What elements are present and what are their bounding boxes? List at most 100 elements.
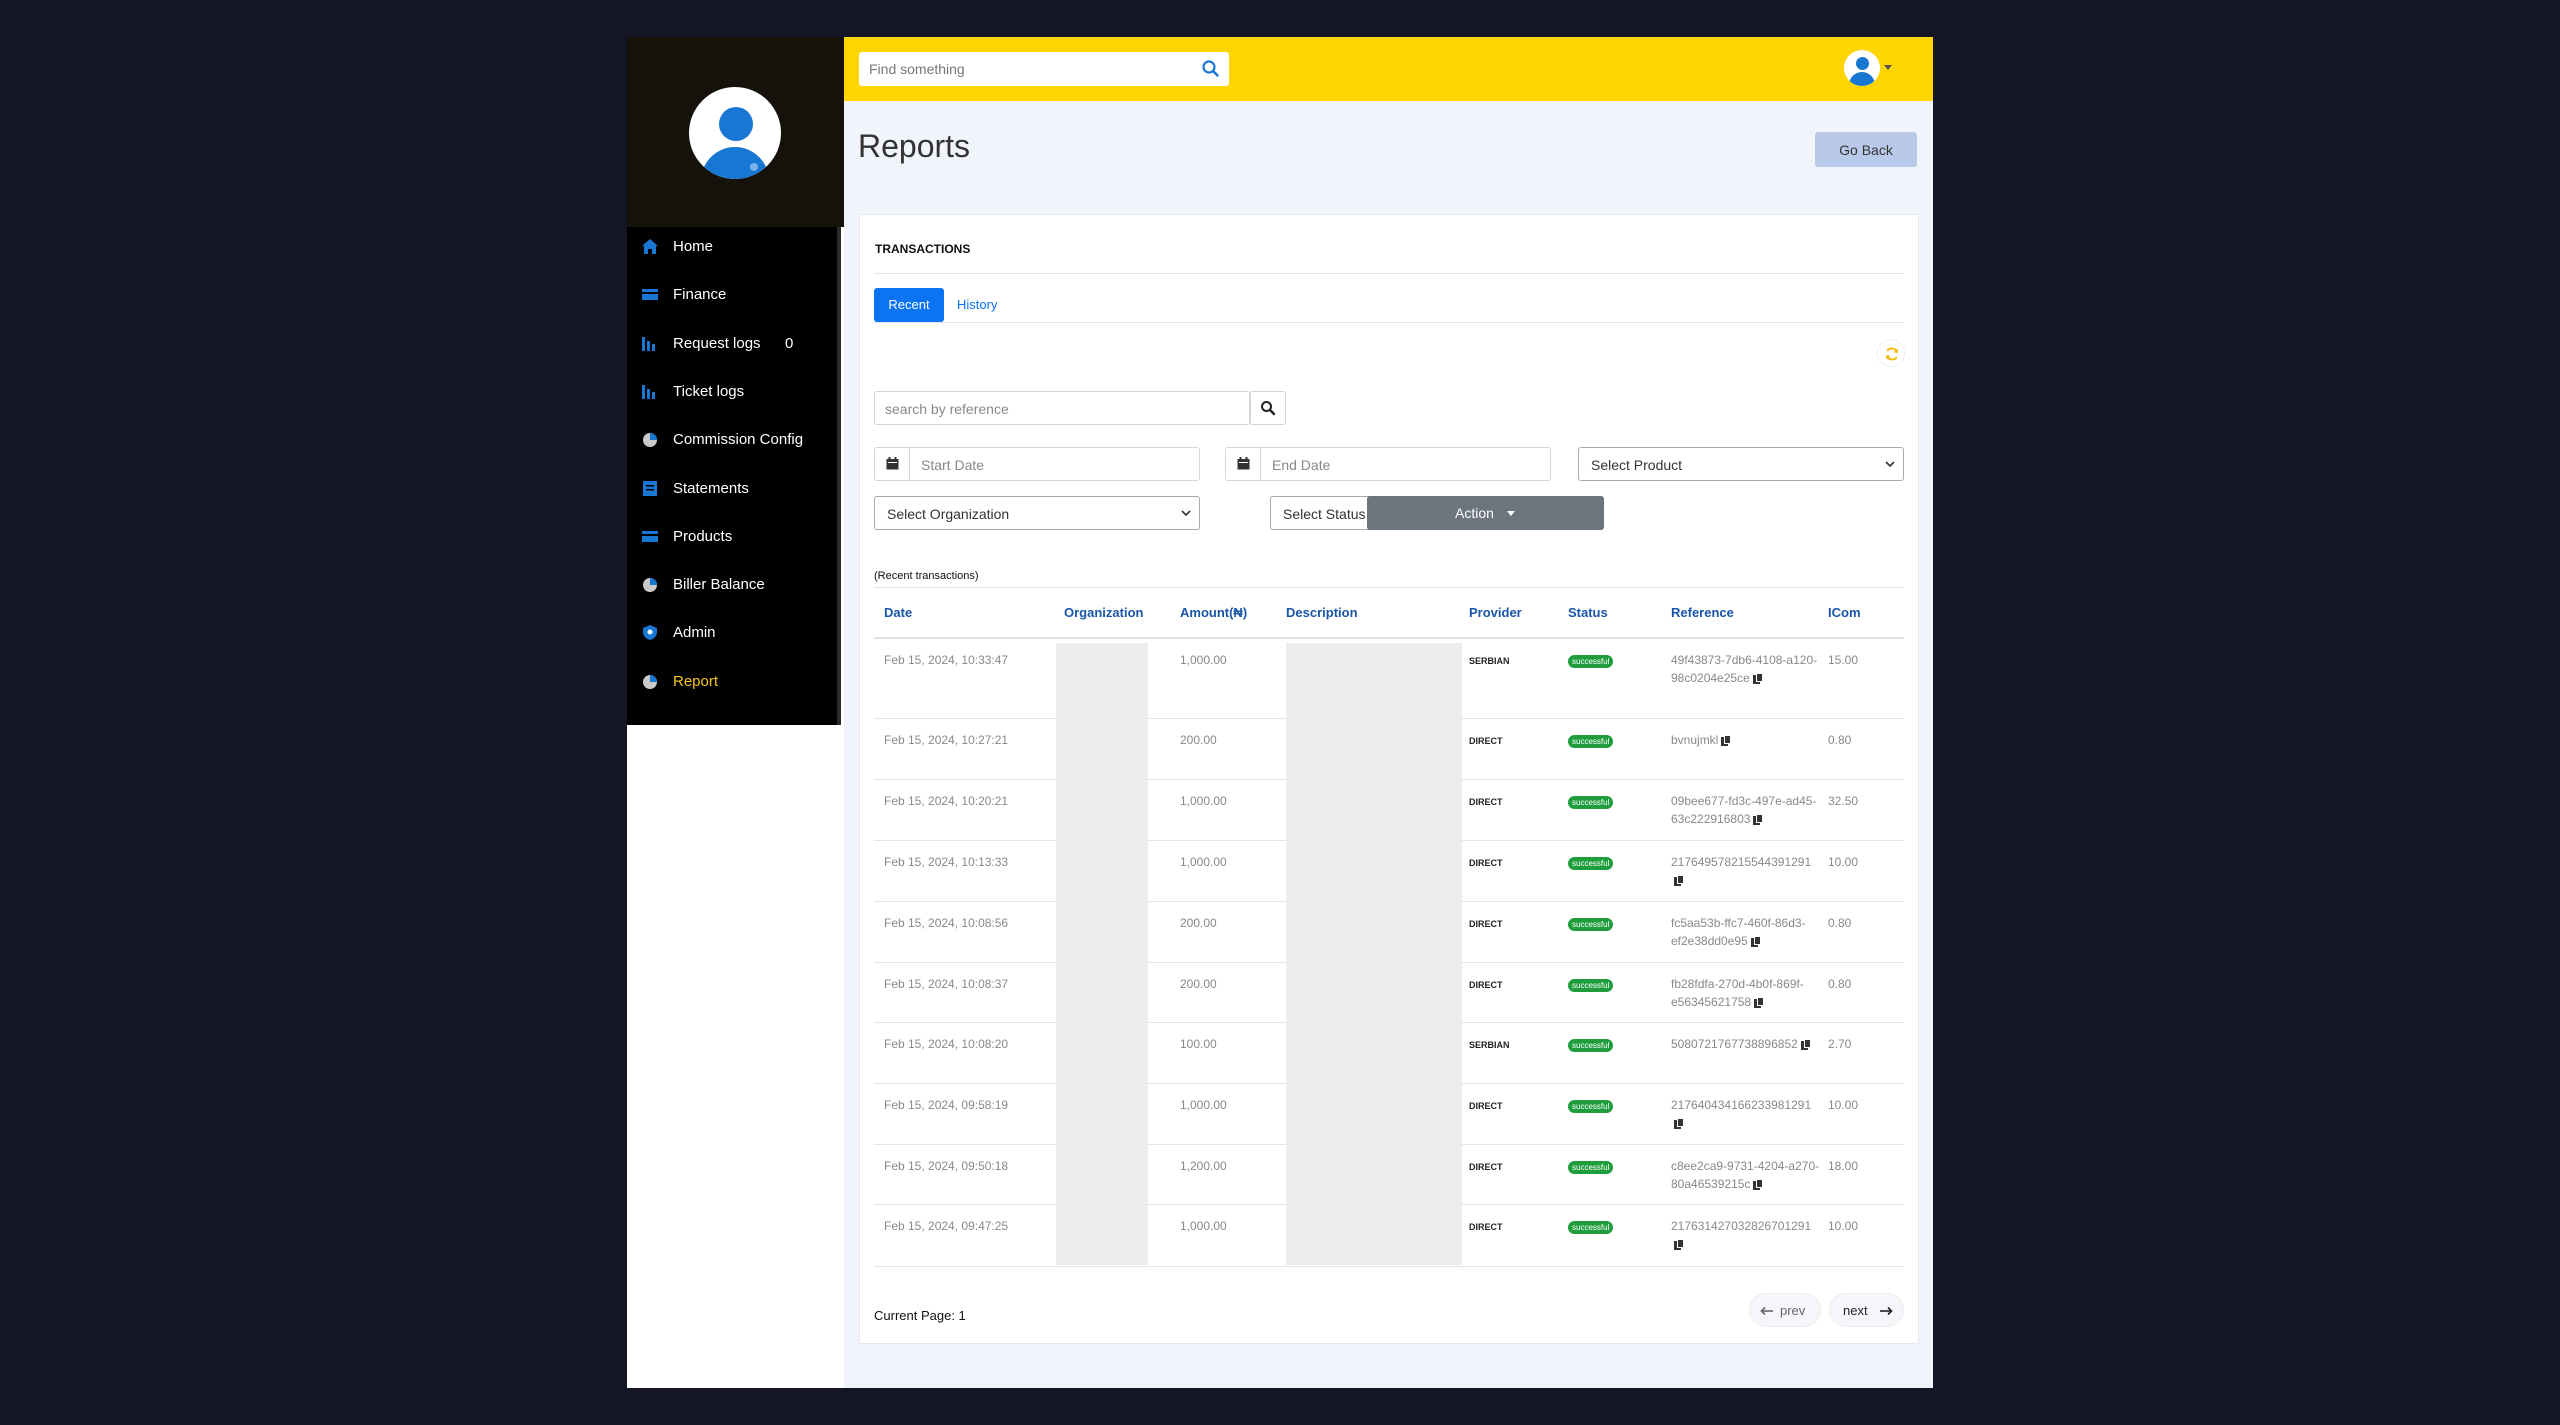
divider [874,587,1904,588]
status-badge: successful [1568,979,1614,992]
date-cell: Feb 15, 2024, 10:20:21 [884,794,1009,808]
arrow-right-icon [1880,1306,1893,1316]
reference-search-button[interactable] [1250,391,1286,425]
status-badge: successful [1568,796,1614,809]
tab-recent[interactable]: Recent [874,288,944,322]
sidebar-item-biller-balance[interactable]: Biller Balance [627,564,837,604]
refresh-button[interactable] [1877,339,1905,367]
icom-cell: 32.50 [1828,794,1859,808]
sidebar-item-label: Commission Config [673,431,804,449]
provider-cell: DIRECT [1469,736,1503,746]
amount-cell: 200.00 [1180,733,1217,747]
copy-icon[interactable] [1753,1179,1764,1191]
search-input[interactable]: Find something [859,52,1229,86]
search-icon [1261,401,1276,416]
start-date-field[interactable]: Start Date [874,447,1200,481]
copy-icon[interactable] [1753,814,1764,826]
reference-text: 2176495782155443912​91 [1671,855,1812,869]
icom-cell: 10.00 [1828,1219,1859,1233]
column-header[interactable]: Date [884,605,912,620]
next-button[interactable]: next [1829,1293,1904,1327]
copy-icon[interactable] [1674,1118,1684,1130]
reference-cell: 2176495782155443912​91 [1671,853,1821,889]
card-icon [641,286,659,303]
transactions-card: TRANSACTIONS Recent History search by re… [859,214,1919,1344]
status-badge: successful [1568,1039,1614,1052]
amount-cell: 1,000.00 [1180,794,1227,808]
sidebar-item-home[interactable]: Home [627,226,837,266]
copy-icon[interactable] [1674,875,1684,887]
icom-cell: 0.80 [1828,977,1852,991]
column-header[interactable]: ICom [1828,605,1861,620]
pie-chart-icon [641,431,659,448]
icom-cell: 0.80 [1828,733,1852,747]
sidebar-item-commission-config[interactable]: Commission Config [627,419,837,459]
column-header[interactable]: Organization [1064,605,1143,620]
select-status-value: Select Status [1283,506,1366,522]
column-header[interactable]: Amount(₦) [1180,605,1247,620]
reference-search-input[interactable]: search by reference [874,391,1250,425]
reference-text: 2176314270328267012​91 [1671,1219,1812,1233]
user-menu[interactable] [1844,50,1892,88]
status-badge: successful [1568,1100,1614,1113]
end-date-placeholder: End Date [1272,457,1331,473]
prev-button[interactable]: prev [1749,1293,1821,1327]
status-badge: successful [1568,655,1614,668]
copy-icon[interactable] [1800,1039,1811,1051]
calendar-icon[interactable] [875,448,910,480]
go-back-button[interactable]: Go Back [1815,132,1917,167]
sidebar-item-statements[interactable]: Statements [627,468,837,508]
avatar[interactable] [689,87,781,179]
action-dropdown-button[interactable]: Action [1367,496,1604,530]
select-organization[interactable]: Select Organization [874,496,1200,530]
end-date-field[interactable]: End Date [1225,447,1551,481]
provider-cell: DIRECT [1469,858,1503,868]
sidebar-item-products[interactable]: Products [627,516,837,556]
sidebar-item-finance[interactable]: Finance [627,274,837,314]
icom-cell: 2.70 [1828,1037,1852,1051]
search-icon[interactable] [1201,59,1221,79]
reference-cell: 508072176773889685​2 [1671,1035,1821,1053]
card-icon [641,528,659,545]
copy-icon[interactable] [1721,735,1732,747]
sidebar-scrollbar[interactable] [837,227,841,725]
sidebar-item-report[interactable]: Report [627,661,837,701]
copy-icon[interactable] [1750,936,1761,948]
start-date-placeholder: Start Date [921,457,985,473]
date-cell: Feb 15, 2024, 10:08:56 [884,916,1009,930]
reference-cell: 49f43873-7db6-4108-a120-98c0204e25ce [1671,651,1821,687]
column-header[interactable]: Description [1286,605,1358,620]
organization-column-redacted [1056,643,1148,1265]
reference-text: 2176404341662339812​91 [1671,1098,1812,1112]
copy-icon[interactable] [1674,1239,1684,1251]
date-cell: Feb 15, 2024, 09:47:25 [884,1219,1009,1233]
copy-icon[interactable] [1752,673,1763,685]
user-avatar-icon[interactable] [1844,50,1880,86]
bar-chart-icon [641,335,659,352]
sidebar-item-label: Request logs [673,334,761,352]
sidebar: Home Finance Request logs 0 Ticket logs Commi… [627,37,844,725]
reference-text: c8ee2ca9-9731-4204-a270-80a46539215c [1671,1159,1820,1191]
column-header[interactable]: Status [1568,605,1608,620]
provider-cell: DIRECT [1469,980,1503,990]
provider-cell: DIRECT [1469,1222,1503,1232]
column-header[interactable]: Provider [1469,605,1522,620]
copy-icon[interactable] [1754,997,1765,1009]
amount-cell: 1,000.00 [1180,653,1227,667]
amount-cell: 200.00 [1180,977,1217,991]
tab-history[interactable]: History [957,288,997,322]
reference-text: fc5aa53b-ffc7-460f-86d3-ef2e38dd0e95 [1671,916,1806,948]
sidebar-item-ticket-logs[interactable]: Ticket logs [627,371,837,411]
bar-chart-icon [641,383,659,400]
select-product[interactable]: Select Product [1578,447,1904,481]
column-header[interactable]: Reference [1671,605,1734,620]
provider-cell: DIRECT [1469,797,1503,807]
sidebar-item-admin[interactable]: Admin [627,612,837,652]
calendar-icon[interactable] [1226,448,1261,480]
provider-cell: DIRECT [1469,919,1503,929]
date-cell: Feb 15, 2024, 10:27:21 [884,733,1009,747]
sidebar-item-request-logs[interactable]: Request logs 0 [627,323,837,363]
table-caption: (Recent transactions) [874,570,979,582]
amount-cell: 200.00 [1180,916,1217,930]
chevron-down-icon[interactable] [1884,65,1892,70]
